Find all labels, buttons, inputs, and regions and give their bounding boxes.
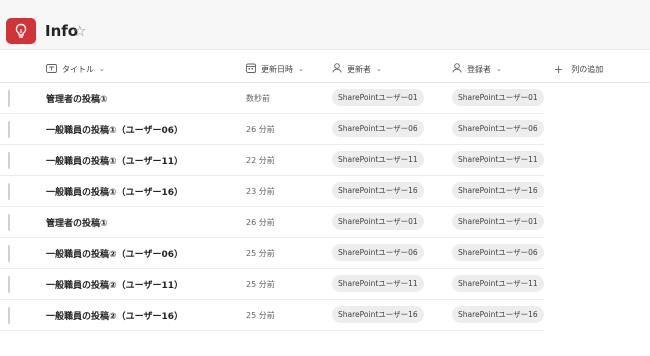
row-editor-pill[interactable]: SharePointユーザー06	[332, 120, 424, 137]
row-author-pill[interactable]: SharePointユーザー06	[452, 244, 544, 261]
column-header-editor-label: 更新者	[347, 64, 371, 74]
person-icon	[452, 63, 462, 75]
row-editor-pill[interactable]: SharePointユーザー16	[332, 182, 424, 199]
row-title[interactable]: 一般職員の投稿②（ユーザー11）	[46, 278, 183, 291]
row-author-pill[interactable]: SharePointユーザー01	[452, 213, 544, 230]
row-selector[interactable]	[8, 152, 10, 169]
row-author-pill[interactable]: SharePointユーザー01	[452, 89, 544, 106]
row-title[interactable]: 一般職員の投稿①（ユーザー06）	[46, 123, 183, 136]
list-header-bar: Info ☆	[0, 0, 650, 50]
add-column-button[interactable]: + 列の追加	[554, 61, 603, 77]
row-author-pill[interactable]: SharePointユーザー11	[452, 275, 544, 292]
table-row[interactable]: 一般職員の投稿②（ユーザー06） 25 分前 SharePointユーザー06 …	[0, 238, 544, 269]
lightbulb-icon[interactable]	[6, 18, 36, 44]
column-header-row: タイトル ⌄ 更新日時 ⌄ 更新者 ⌄ 登録者 ⌄ + 列の追加	[0, 53, 650, 83]
row-title[interactable]: 管理者の投稿①	[46, 92, 108, 105]
row-selector[interactable]	[8, 214, 10, 231]
table-row[interactable]: 管理者の投稿① 26 分前 SharePointユーザー01 SharePoin…	[0, 207, 544, 238]
row-title[interactable]: 一般職員の投稿②（ユーザー16）	[46, 309, 183, 322]
row-modified: 25 分前	[246, 249, 275, 258]
table-row[interactable]: 一般職員の投稿①（ユーザー16） 23 分前 SharePointユーザー16 …	[0, 176, 544, 207]
chevron-down-icon: ⌄	[496, 65, 502, 73]
row-modified: 22 分前	[246, 156, 275, 165]
person-icon	[332, 63, 342, 75]
plus-icon: +	[554, 62, 564, 76]
row-editor-pill[interactable]: SharePointユーザー16	[332, 306, 424, 323]
row-editor-pill[interactable]: SharePointユーザー11	[332, 275, 424, 292]
row-selector[interactable]	[8, 121, 10, 138]
table-row[interactable]: 一般職員の投稿②（ユーザー11） 25 分前 SharePointユーザー11 …	[0, 269, 544, 300]
row-modified: 26 分前	[246, 218, 275, 227]
column-header-author[interactable]: 登録者 ⌄	[452, 61, 502, 77]
row-modified: 25 分前	[246, 311, 275, 320]
row-modified: 25 分前	[246, 280, 275, 289]
column-header-title[interactable]: タイトル ⌄	[46, 61, 105, 77]
table-row[interactable]: 一般職員の投稿②（ユーザー16） 25 分前 SharePointユーザー16 …	[0, 300, 544, 331]
table-row[interactable]: 管理者の投稿① 数秒前 SharePointユーザー01 SharePointユ…	[0, 83, 544, 114]
row-author-pill[interactable]: SharePointユーザー06	[452, 120, 544, 137]
calendar-icon	[246, 63, 256, 75]
text-field-icon	[46, 63, 57, 75]
add-column-label: 列の追加	[571, 64, 604, 74]
row-title[interactable]: 一般職員の投稿①（ユーザー16）	[46, 185, 183, 198]
row-author-pill[interactable]: SharePointユーザー16	[452, 182, 544, 199]
row-editor-pill[interactable]: SharePointユーザー01	[332, 213, 424, 230]
chevron-down-icon: ⌄	[298, 65, 304, 73]
row-selector[interactable]	[8, 245, 10, 262]
row-modified: 23 分前	[246, 187, 275, 196]
row-author-pill[interactable]: SharePointユーザー16	[452, 306, 544, 323]
row-selector[interactable]	[8, 307, 10, 324]
row-editor-pill[interactable]: SharePointユーザー06	[332, 244, 424, 261]
row-selector[interactable]	[8, 183, 10, 200]
column-header-modified-label: 更新日時	[261, 64, 293, 74]
row-selector[interactable]	[8, 276, 10, 293]
row-selector[interactable]	[8, 90, 10, 107]
column-header-title-label: タイトル	[62, 64, 94, 74]
row-editor-pill[interactable]: SharePointユーザー01	[332, 89, 424, 106]
chevron-down-icon: ⌄	[376, 65, 382, 73]
table-row[interactable]: 一般職員の投稿①（ユーザー11） 22 分前 SharePointユーザー11 …	[0, 145, 544, 176]
column-header-editor[interactable]: 更新者 ⌄	[332, 61, 382, 77]
column-header-author-label: 登録者	[467, 64, 491, 74]
row-author-pill[interactable]: SharePointユーザー11	[452, 151, 544, 168]
row-title[interactable]: 管理者の投稿①	[46, 216, 108, 229]
row-modified: 26 分前	[246, 125, 275, 134]
column-header-modified[interactable]: 更新日時 ⌄	[246, 61, 304, 77]
row-title[interactable]: 一般職員の投稿②（ユーザー06）	[46, 247, 183, 260]
chevron-down-icon: ⌄	[99, 65, 105, 73]
list-rows: 管理者の投稿① 数秒前 SharePointユーザー01 SharePointユ…	[0, 83, 650, 331]
row-modified: 数秒前	[246, 94, 270, 103]
table-row[interactable]: 一般職員の投稿①（ユーザー06） 26 分前 SharePointユーザー06 …	[0, 114, 544, 145]
row-editor-pill[interactable]: SharePointユーザー11	[332, 151, 424, 168]
row-title[interactable]: 一般職員の投稿①（ユーザー11）	[46, 154, 183, 167]
favorite-star-icon[interactable]: ☆	[73, 22, 86, 40]
